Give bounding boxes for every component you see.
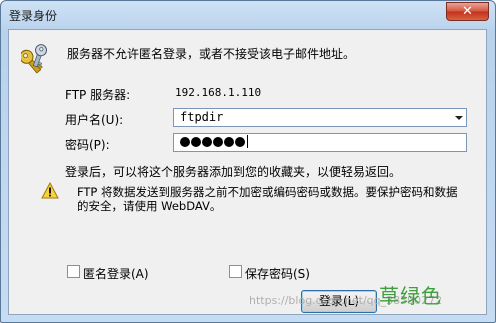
ftp-server-label: FTP 服务器:	[65, 88, 131, 102]
password-mask-dot	[191, 137, 201, 147]
title-bar[interactable]: 登录身份 ✕	[1, 1, 495, 29]
save-password-label[interactable]: 保存密码(S)	[245, 265, 310, 282]
warning-icon	[41, 182, 59, 199]
warning-line-2: 的安全，请使用 WebDAV。	[77, 199, 222, 213]
login-dialog: 登录身份 ✕ 服务器不允许匿名登录，或者不接受该电子邮件地址。 FTP 服务器:	[0, 0, 496, 323]
username-combobox[interactable]: ftpdir	[173, 108, 467, 127]
password-mask-dot	[202, 137, 212, 147]
overlay-watermark: 草绿色	[379, 284, 442, 308]
close-button[interactable]: ✕	[446, 2, 489, 21]
intro-message: 服务器不允许匿名登录，或者不接受该电子邮件地址。	[67, 47, 356, 61]
favorites-note: 登录后，可以将这个服务器添加到您的收藏夹，以便轻易返回。	[65, 165, 402, 179]
username-value: ftpdir	[180, 110, 224, 124]
text-caret	[247, 135, 248, 148]
anonymous-login-checkbox[interactable]	[67, 265, 80, 278]
dialog-content: 服务器不允许匿名登录，或者不接受该电子邮件地址。 FTP 服务器: 192.16…	[8, 29, 487, 315]
password-mask-dot	[235, 137, 245, 147]
password-mask-dot	[224, 137, 234, 147]
password-label: 密码(P):	[65, 138, 110, 152]
password-mask-dot	[180, 137, 190, 147]
username-label: 用户名(U):	[65, 113, 124, 127]
password-mask-dot	[213, 137, 223, 147]
key-icon	[21, 44, 48, 74]
save-password-checkbox[interactable]	[229, 265, 242, 278]
window-title: 登录身份	[9, 9, 58, 23]
password-field[interactable]	[173, 133, 467, 152]
anonymous-login-label[interactable]: 匿名登录(A)	[83, 265, 149, 282]
ftp-server-value: 192.168.1.110	[175, 86, 262, 99]
close-icon: ✕	[462, 4, 473, 19]
chevron-down-icon[interactable]	[455, 116, 463, 120]
